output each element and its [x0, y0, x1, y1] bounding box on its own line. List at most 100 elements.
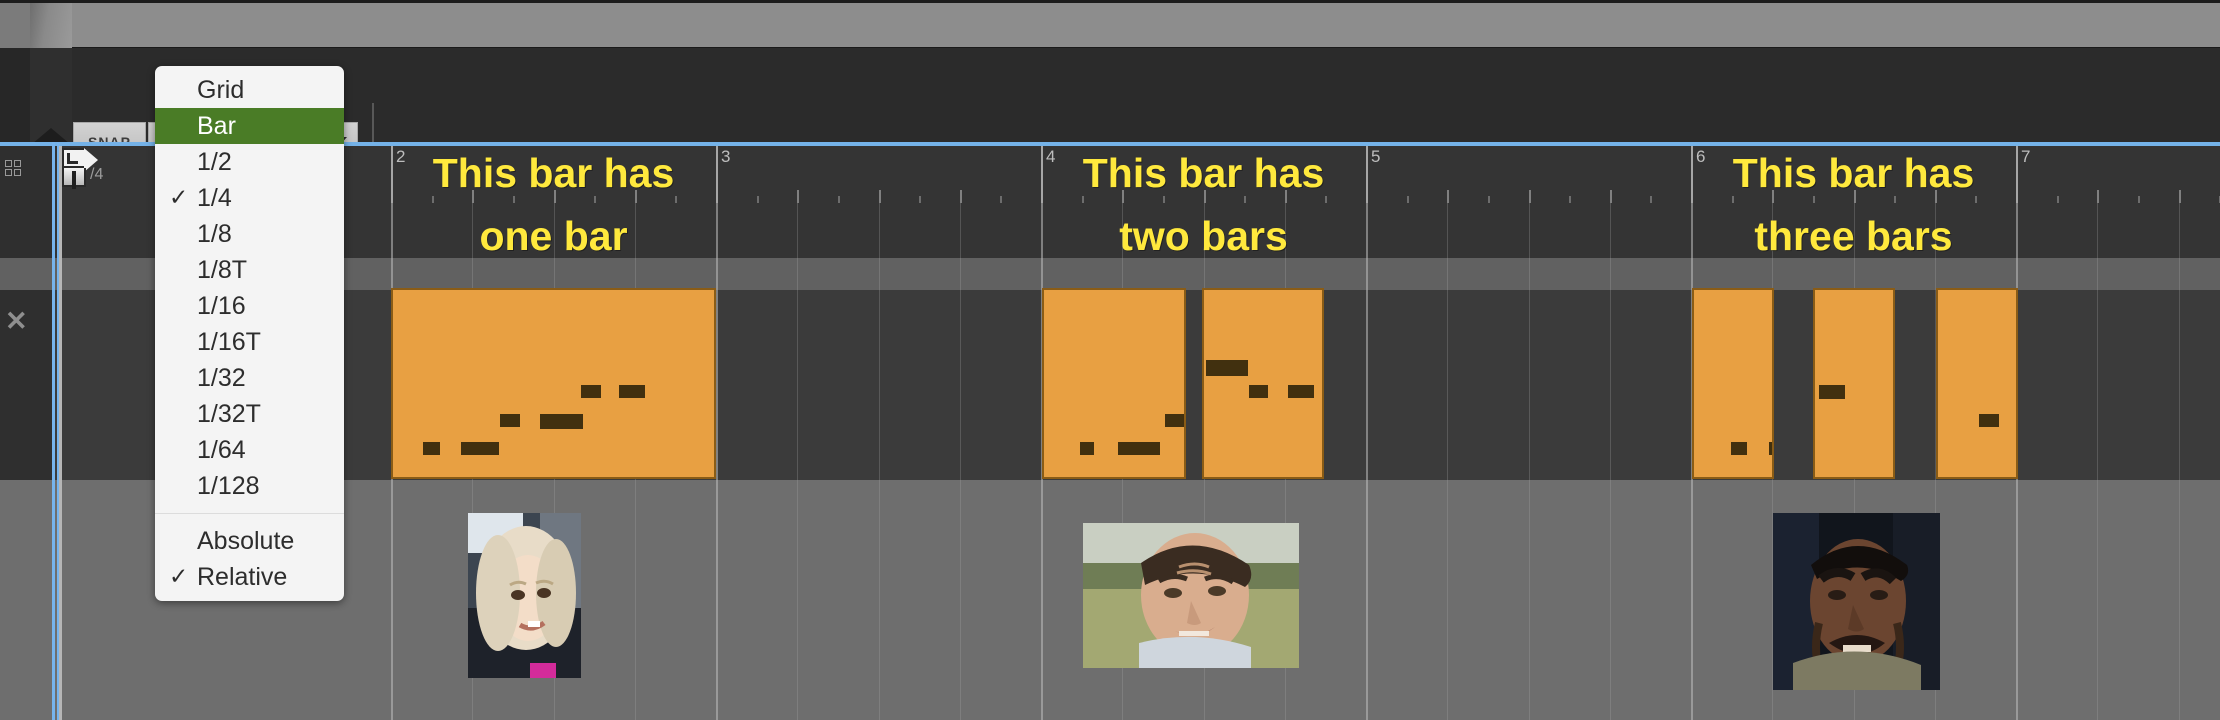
midi-note[interactable]	[1288, 385, 1314, 398]
ruler-bar-tick	[1366, 146, 1368, 203]
grid-beat-line	[797, 203, 799, 720]
ruler-beat-tick	[472, 190, 475, 203]
menu-item-label: 1/64	[197, 435, 246, 464]
menu-item-1-32[interactable]: 1/32	[155, 360, 344, 396]
check-icon: ✓	[169, 562, 189, 589]
midi-note[interactable]	[1731, 442, 1747, 455]
toolbar-left-gutter	[0, 48, 30, 143]
ruler-sub-tick	[431, 196, 434, 203]
loop-marker-icon[interactable]: /4	[62, 148, 108, 198]
ruler-beat-tick	[1609, 190, 1612, 203]
midi-clip[interactable]	[1042, 288, 1186, 479]
menu-item-label: 1/16	[197, 291, 246, 320]
ruler-beat-tick	[878, 190, 881, 203]
midi-clip[interactable]	[1202, 288, 1324, 479]
midi-note[interactable]	[500, 414, 520, 427]
ruler-bar-number: 6	[1696, 147, 1706, 166]
ruler-sub-tick	[1487, 196, 1490, 203]
menu-item-label: 1/32T	[197, 399, 261, 428]
ruler-sub-tick	[2137, 196, 2140, 203]
time-signature-label: /4	[90, 166, 104, 183]
ruler-beat-tick	[1528, 190, 1531, 203]
ruler-sub-tick	[675, 196, 678, 203]
midi-note[interactable]	[461, 442, 499, 455]
midi-clip[interactable]	[1813, 288, 1895, 479]
menu-item-label: 1/16T	[197, 327, 261, 356]
ruler-sub-tick	[1406, 196, 1409, 203]
ruler-sub-tick	[1894, 196, 1897, 203]
menu-item-bar[interactable]: Bar	[155, 108, 344, 144]
ruler-beat-tick	[1122, 190, 1125, 203]
menu-item-1-8[interactable]: 1/8	[155, 216, 344, 252]
midi-note[interactable]	[1206, 360, 1248, 376]
midi-note[interactable]	[1979, 414, 1999, 427]
playhead-line[interactable]	[59, 146, 62, 720]
close-icon[interactable]: ✕	[5, 308, 29, 335]
midi-note[interactable]	[1080, 442, 1094, 455]
menu-item-1-16[interactable]: 1/16	[155, 288, 344, 324]
ruler-beat-tick	[2178, 190, 2181, 203]
ruler-sub-tick	[1000, 196, 1003, 203]
ruler-bar-number: 4	[1046, 147, 1056, 166]
menu-item-label: Absolute	[197, 526, 295, 555]
grid-beat-line	[2097, 203, 2099, 720]
window-top-border	[0, 0, 2220, 3]
menu-item-label: 1/2	[197, 147, 232, 176]
track-header-divider	[0, 258, 52, 290]
menu-item-relative[interactable]: ✓ Relative	[155, 559, 344, 595]
midi-note[interactable]	[1118, 442, 1160, 455]
check-icon: ✓	[169, 183, 189, 210]
menu-item-label: 1/4	[197, 183, 232, 212]
grid-beat-line	[2178, 203, 2180, 720]
midi-note[interactable]	[581, 385, 601, 398]
ruler-sub-tick	[919, 196, 922, 203]
grid-beat-line	[1528, 203, 1530, 720]
menu-item-1-4[interactable]: ✓ 1/4	[155, 180, 344, 216]
midi-note[interactable]	[1769, 442, 1772, 455]
midi-note[interactable]	[1165, 414, 1184, 427]
menu-item-1-8t[interactable]: 1/8T	[155, 252, 344, 288]
midi-clip[interactable]	[1936, 288, 2018, 479]
midi-note[interactable]	[1819, 385, 1845, 399]
grid-beat-line	[1447, 203, 1449, 720]
midi-clip[interactable]	[391, 288, 716, 479]
grid-bar-line	[1366, 203, 1368, 720]
menu-item-1-32t[interactable]: 1/32T	[155, 396, 344, 432]
grid-icon[interactable]	[5, 160, 24, 179]
midi-note[interactable]	[619, 385, 645, 398]
midi-note[interactable]	[1249, 385, 1268, 398]
menu-item-1-64[interactable]: 1/64	[155, 432, 344, 468]
ruler-sub-tick	[1731, 196, 1734, 203]
confused-man-thumbnail[interactable]	[1083, 523, 1299, 668]
confused-child-thumbnail[interactable]	[468, 513, 581, 678]
ruler-beat-tick	[1772, 190, 1775, 203]
ruler-bar-tick	[391, 146, 393, 203]
midi-note[interactable]	[540, 414, 583, 429]
ruler-bar-number: 5	[1371, 147, 1381, 166]
ruler-beat-tick	[634, 190, 637, 203]
menu-item-1-16t[interactable]: 1/16T	[155, 324, 344, 360]
ruler-bar-tick	[2016, 146, 2018, 203]
ruler-bar-tick	[1041, 146, 1043, 203]
menu-item-absolute[interactable]: Absolute	[155, 523, 344, 559]
midi-note[interactable]	[423, 442, 440, 455]
ruler-beat-tick	[2097, 190, 2100, 203]
ruler-sub-tick	[2056, 196, 2059, 203]
menu-header-grid: Grid	[155, 72, 344, 108]
menu-item-label: 1/8T	[197, 255, 248, 284]
ruler-sub-tick	[1244, 196, 1247, 203]
menu-item-label: 1/128	[197, 471, 260, 500]
window-top-strip	[0, 0, 2220, 48]
angry-man-thumbnail[interactable]	[1773, 513, 1940, 690]
ruler-sub-tick	[837, 196, 840, 203]
midi-clip[interactable]	[1692, 288, 1774, 479]
ruler-sub-tick	[512, 196, 515, 203]
menu-item-1-128[interactable]: 1/128	[155, 468, 344, 504]
ruler-beat-tick	[1853, 190, 1856, 203]
snap-grid-dropdown-menu[interactable]: Grid Bar 1/2 ✓ 1/4 1/8 1/8T 1/16 1/16T 1/32 1/32T…	[155, 66, 344, 601]
ruler-sub-tick	[1569, 196, 1572, 203]
menu-item-label: Relative	[197, 562, 288, 591]
menu-item-1-2[interactable]: 1/2	[155, 144, 344, 180]
ruler-beat-tick	[797, 190, 800, 203]
ruler-beat-tick	[553, 190, 556, 203]
